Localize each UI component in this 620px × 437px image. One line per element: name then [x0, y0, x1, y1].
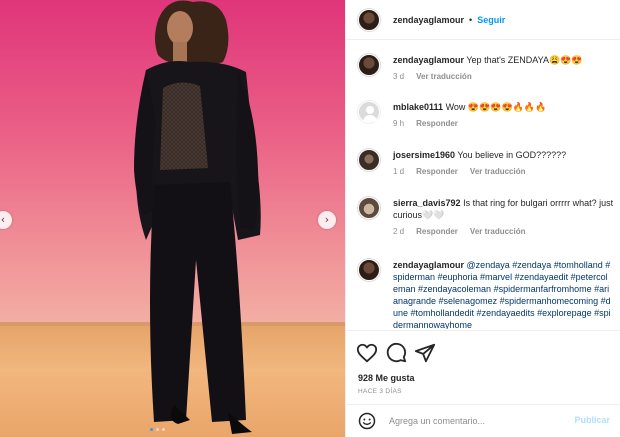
avatar[interactable] [358, 197, 380, 219]
comment-item: sierra_davis792 Is that ring for bulgari… [358, 197, 618, 238]
carousel-dots [150, 428, 165, 431]
comment-text: You believe in GOD?????? [457, 150, 567, 160]
comment-item: zendayaglamour Yep that's ZENDAYA😩😍😍 3 d… [358, 54, 618, 83]
post-timestamp: HACE 3 DÍAS [358, 388, 402, 395]
hashtag-text[interactable]: @zendaya #zendaya #tomholland #spiderman… [393, 260, 611, 329]
comments-list: zendayaglamour Yep that's ZENDAYA😩😍😍 3 d… [346, 41, 620, 329]
follow-button[interactable]: Seguir [477, 15, 505, 25]
smiley-icon[interactable] [358, 412, 376, 430]
reply-button[interactable]: Responder [416, 226, 458, 238]
see-translation-button[interactable]: Ver traducción [470, 226, 526, 238]
reply-button[interactable]: Responder [416, 118, 458, 130]
like-count[interactable]: 928 Me gusta [358, 373, 415, 383]
comment-age: 1 d [393, 167, 405, 176]
comment-username[interactable]: sierra_davis792 [393, 198, 461, 208]
post-image[interactable] [0, 0, 345, 437]
avatar[interactable] [358, 149, 380, 171]
send-icon[interactable] [414, 342, 436, 364]
see-translation-button[interactable]: Ver traducción [470, 166, 526, 178]
carousel-dot [162, 428, 165, 431]
comment-icon[interactable] [385, 342, 407, 364]
avatar[interactable] [358, 54, 380, 76]
post-header: zendayaglamour • Seguir [346, 0, 620, 40]
avatar[interactable] [358, 101, 380, 123]
post-actions [346, 330, 620, 374]
carousel-dot [156, 428, 159, 431]
avatar[interactable] [358, 259, 380, 281]
see-translation-button[interactable]: Ver traducción [416, 71, 472, 83]
comment-username[interactable]: josersime1960 [393, 150, 455, 160]
post-author[interactable]: zendayaglamour [393, 15, 464, 25]
carousel-dot-active [150, 428, 153, 431]
comment-text: Yep that's ZENDAYA😩😍😍 [466, 55, 583, 65]
comment-item: zendayaglamour @zendaya #zendaya #tomhol… [358, 259, 618, 329]
header-separator: • [469, 14, 473, 25]
comment-username[interactable]: zendayaglamour [393, 260, 464, 270]
reply-button[interactable]: Responder [416, 166, 458, 178]
comment-age: 9 h [393, 119, 405, 128]
heart-icon[interactable] [356, 342, 378, 364]
publish-button[interactable]: Publicar [574, 415, 610, 425]
comment-age: 3 d [393, 72, 405, 81]
comment-input[interactable]: Agrega un comentario... [389, 416, 485, 426]
comment-text: Wow 😍😍😍😍🔥🔥🔥 [445, 102, 547, 112]
post-side-panel: zendayaglamour • Seguir zendayaglamour Y… [345, 0, 620, 437]
person-figure [134, 0, 261, 434]
comment-username[interactable]: zendayaglamour [393, 55, 464, 65]
chevron-right-icon[interactable]: › [318, 211, 336, 229]
comment-username[interactable]: mblake0111 [393, 102, 443, 112]
comment-item: mblake0111 Wow 😍😍😍😍🔥🔥🔥 9 h Responder [358, 101, 618, 130]
avatar[interactable] [358, 8, 380, 31]
comment-item: josersime1960 You believe in GOD?????? 1… [358, 149, 618, 178]
comment-age: 2 d [393, 227, 405, 236]
